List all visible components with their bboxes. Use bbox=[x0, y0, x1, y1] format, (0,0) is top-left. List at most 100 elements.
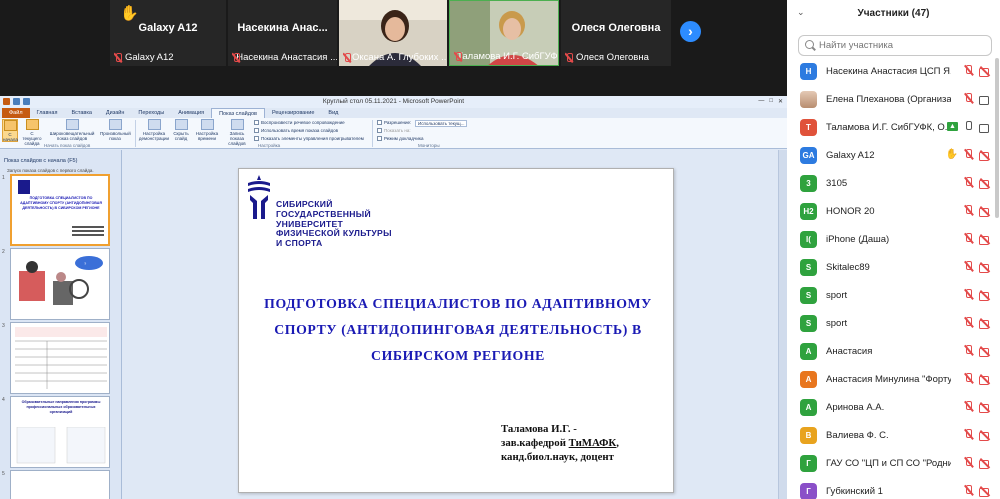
participant-name: Аринова А.А. bbox=[826, 402, 885, 413]
avatar: S bbox=[800, 259, 817, 276]
ribbon-separator bbox=[372, 120, 373, 147]
participant-row[interactable]: S Skitalec89 bbox=[787, 254, 1000, 282]
slide-thumbnail[interactable]: ? bbox=[10, 248, 110, 320]
tile-label: Оксана А. Глубоких ... bbox=[343, 52, 447, 63]
participant-row[interactable]: Г ГАУ СО "ЦП и СП СО "Родник" ... bbox=[787, 450, 1000, 478]
camera-off-icon bbox=[979, 67, 991, 77]
ribbon-separator bbox=[135, 120, 136, 147]
participants-scrollbar[interactable] bbox=[995, 58, 999, 218]
narration-checkbox[interactable]: Воспроизвести речевое сопровождение bbox=[254, 120, 345, 125]
raised-hand-icon: ✋ bbox=[120, 5, 139, 22]
participant-row[interactable]: Т Таламова И.Г. СибГУФК, О... ▲ bbox=[787, 114, 1000, 142]
slide-title: ПОДГОТОВКА СПЕЦИАЛИСТОВ ПО АДАПТИВНОМУ С… bbox=[264, 296, 652, 363]
presenter-view-checkbox[interactable]: Режим докладчика bbox=[377, 136, 423, 141]
mic-off-icon bbox=[964, 485, 973, 496]
search-participant-input[interactable] bbox=[798, 35, 992, 56]
rehearse-timings-button[interactable]: Настройка времени bbox=[194, 119, 220, 141]
tab-slideshow[interactable]: Показ слайдов bbox=[211, 108, 265, 118]
use-timings-checkbox[interactable]: Использовать время показа слайдов bbox=[254, 128, 338, 133]
participant-name: Елена Плеханова (Организатор) bbox=[826, 94, 951, 105]
mic-off-icon bbox=[964, 457, 973, 468]
avatar: H2 bbox=[800, 203, 817, 220]
video-tile-talamova[interactable]: Таламова И.Г. СибГУФК... bbox=[449, 0, 559, 66]
minimize-button[interactable]: — bbox=[758, 98, 764, 105]
avatar: Г bbox=[800, 483, 817, 499]
participant-row[interactable]: А Анастасия bbox=[787, 338, 1000, 366]
slide-thumbnail[interactable] bbox=[10, 322, 110, 394]
tab-insert[interactable]: Вставка bbox=[64, 108, 98, 118]
mic-off-icon bbox=[964, 429, 973, 440]
tab-view[interactable]: Вид bbox=[321, 108, 345, 118]
maximize-button[interactable]: □ bbox=[769, 98, 773, 105]
participant-row[interactable]: H2 HONOR 20 bbox=[787, 198, 1000, 226]
avatar: Т bbox=[800, 119, 817, 136]
mic-off-icon bbox=[964, 261, 973, 272]
tab-design[interactable]: Дизайн bbox=[99, 108, 132, 118]
tile-label: Олеся Олеговна bbox=[565, 52, 649, 63]
avatar: Н bbox=[800, 63, 817, 80]
participant-row[interactable]: А Анастасия Минулина "Фортуна... bbox=[787, 366, 1000, 394]
quick-access-toolbar bbox=[3, 98, 53, 106]
slide-thumbnail[interactable]: ПОДГОТОВКА СПЕЦИАЛИСТОВ ПО АДАПТИВНОМУ С… bbox=[10, 174, 110, 246]
logo-icon bbox=[18, 180, 30, 194]
video-tile-nasekina[interactable]: Насекина Анас... Насекина Анастасия ... bbox=[228, 0, 337, 66]
media-controls-checkbox[interactable]: Показать элементы управления проигрывате… bbox=[254, 136, 364, 141]
camera-off-icon bbox=[979, 459, 991, 469]
zoom-window: ✋ Galaxy A12 Galaxy A12 Насекина Анас...… bbox=[0, 0, 1000, 499]
resolution-select[interactable]: Использовать текущ... bbox=[415, 120, 468, 127]
participant-status: ▲ bbox=[947, 121, 991, 133]
from-current-button[interactable]: С текущего слайда bbox=[21, 119, 43, 146]
avatar: А bbox=[800, 343, 817, 360]
video-tile-galaxy[interactable]: ✋ Galaxy A12 Galaxy A12 bbox=[110, 0, 226, 66]
participant-row[interactable]: Ssport bbox=[787, 310, 1000, 338]
custom-show-button[interactable]: Произвольный показ bbox=[100, 119, 131, 141]
participant-row[interactable]: Г Губкинский 1 bbox=[787, 478, 1000, 499]
tab-review[interactable]: Рецензирование bbox=[265, 108, 321, 118]
participant-status bbox=[964, 317, 991, 329]
camera-off-icon bbox=[979, 151, 991, 161]
participant-name: HONOR 20 bbox=[826, 206, 875, 217]
save-icon[interactable] bbox=[13, 98, 20, 105]
undo-icon[interactable] bbox=[23, 98, 30, 105]
participant-name: Валиева Ф. С. bbox=[826, 430, 889, 441]
video-tile-glubokikh[interactable]: Оксана А. Глубоких ... bbox=[339, 0, 447, 66]
close-button[interactable]: ✕ bbox=[778, 98, 783, 105]
slide-thumbnail[interactable] bbox=[10, 470, 110, 499]
broadcast-button[interactable]: Широковещательный показ слайдов bbox=[47, 119, 97, 141]
mic-off-icon bbox=[232, 52, 243, 63]
slide-number: 5 bbox=[2, 471, 5, 477]
participant-row[interactable]: GA Galaxy A12 ✋ bbox=[787, 142, 1000, 170]
camera-icon bbox=[979, 95, 991, 105]
video-tile-olesya[interactable]: Олеся Олеговна Олеся Олеговна bbox=[561, 0, 671, 66]
camera-off-icon bbox=[979, 375, 991, 385]
setup-show-button[interactable]: Настройка демонстрации bbox=[138, 119, 170, 141]
slide-thumbnail[interactable]: Образовательные направления программы пр… bbox=[10, 396, 110, 468]
participant-status bbox=[964, 485, 991, 497]
participant-status bbox=[964, 429, 991, 441]
camera-off-icon bbox=[979, 291, 991, 301]
from-beginning-button[interactable]: С начала bbox=[2, 119, 18, 142]
participant-row[interactable]: I(iPhone (Даша) bbox=[787, 226, 1000, 254]
record-show-button[interactable]: Запись показа слайдов bbox=[223, 119, 251, 146]
next-page-button[interactable]: › bbox=[680, 21, 701, 42]
participant-row[interactable]: 3 3105 bbox=[787, 170, 1000, 198]
participant-row[interactable]: В Валиева Ф. С. bbox=[787, 422, 1000, 450]
tab-home[interactable]: Главная bbox=[30, 108, 65, 118]
participant-row[interactable]: Н Насекина Анастасия ЦСП Я... (Я) bbox=[787, 58, 1000, 86]
hide-slide-icon bbox=[174, 119, 188, 130]
participants-list: Н Насекина Анастасия ЦСП Я... (Я) Елена Пл… bbox=[787, 58, 1000, 499]
participant-row[interactable]: Елена Плеханова (Организатор) bbox=[787, 86, 1000, 114]
participant-status bbox=[964, 177, 991, 189]
checkbox-icon bbox=[254, 128, 259, 133]
participant-row[interactable]: Ssport bbox=[787, 282, 1000, 310]
tab-file[interactable]: Файл bbox=[2, 108, 30, 118]
university-logo-icon bbox=[248, 175, 270, 219]
tab-transitions[interactable]: Переходы bbox=[131, 108, 171, 118]
timer-icon bbox=[200, 119, 214, 130]
slide-scrollbar[interactable] bbox=[778, 150, 787, 499]
participant-row[interactable]: А Аринова А.А. bbox=[787, 394, 1000, 422]
tile-title: Насекина Анас... bbox=[237, 22, 328, 34]
tab-animation[interactable]: Анимация bbox=[171, 108, 211, 118]
hide-slide-button[interactable]: Скрыть слайд bbox=[172, 119, 190, 141]
mic-off-icon bbox=[964, 345, 973, 356]
